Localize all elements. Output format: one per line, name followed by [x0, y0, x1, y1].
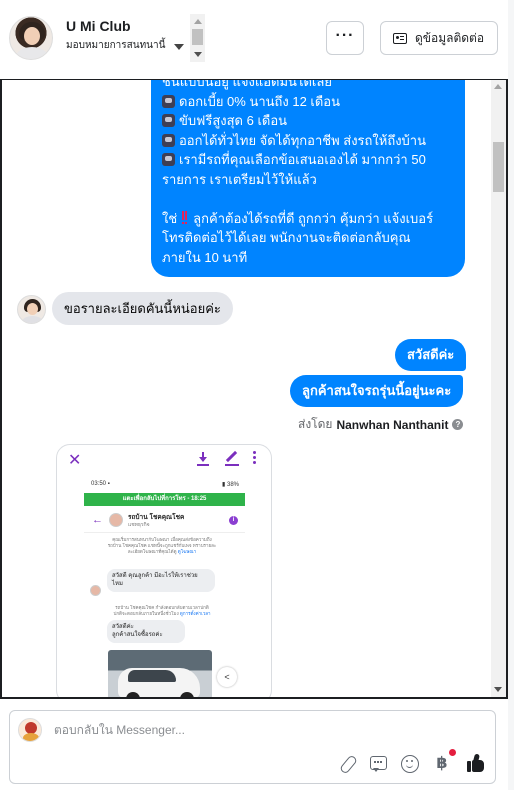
assign-select[interactable]: มอบหมายการสนทนานี้ [64, 38, 190, 58]
notice-line: ละเอียดโฆษณาที่คุณได้ดู [127, 549, 177, 554]
scroll-up-icon[interactable] [194, 19, 202, 24]
robot-emoji-icon [162, 133, 175, 147]
composer-toolbar: ฿ [335, 749, 495, 777]
more-icon: ··· [335, 26, 355, 44]
view-contact-button[interactable]: ดูข้อมูลติดต่อ [380, 21, 498, 55]
message-thread: ชันแบบนีอยู่ แจ้งแอดมินได้เลย ดอกเบี้ย 0… [0, 79, 508, 699]
sender-name: Nanwhan Nanthanit [336, 417, 449, 432]
outgoing-message: สวัสดีค่ะ [395, 339, 467, 371]
outgoing-promo-message: ชันแบบนีอยู่ แจ้งแอดมินได้เลย ดอกเบี้ย 0… [151, 79, 465, 277]
promo-line: ภายใน 10 นาที [162, 249, 248, 265]
reply-input[interactable] [54, 723, 454, 737]
view-ad-link: ดูโฆษณา [177, 549, 197, 554]
assign-scrollbar[interactable] [190, 14, 205, 62]
promo-line: ลูกค้าต้องได้รถที่ดี ถูกกว่า คุ้มกว่า แจ… [193, 210, 434, 226]
info-icon: i [229, 516, 238, 525]
screenshot-toolbar: ✕ [57, 445, 271, 473]
edit-icon[interactable] [225, 451, 239, 466]
phone-message-line: สวัสดี คุณลูกค้า มีอะไรให้เราช่วย [112, 573, 198, 579]
promo-line: รายการ เราเตรียมไว้ให้แล้ว [162, 171, 317, 187]
phone-message: สวัสดี คุณลูกค้า มีอะไรให้เราช่วย ไหม [107, 569, 215, 592]
view-contact-label: ดูข้อมูลติดต่อ [415, 30, 485, 45]
payment-baht-icon[interactable]: ฿ [431, 753, 453, 775]
thumbs-up-icon[interactable] [465, 753, 487, 775]
emoji-icon[interactable] [399, 753, 421, 775]
promo-line: ออกได้ทั่วไทย จัดได้ทุกอาชีพ ส่งรถให้ถึง… [179, 132, 426, 148]
return-to-call-bar: แตะเพื่อกลับไปที่การโทร - 18:25 [84, 493, 245, 506]
ad-notice: คุณเริ่มการสนทนากับโฆษณา เมื่อคุณส่งข้อค… [97, 537, 227, 555]
saved-replies-icon[interactable] [368, 753, 390, 775]
sent-by-prefix: ส่งโดย [298, 417, 333, 431]
phone-message-line: สวัสดีค่ะ [112, 624, 134, 630]
phone-battery: ▮ 38% [222, 482, 239, 488]
notice-line: ปกติจะตอบกลับภายในหนึ่งชั่วโมง [113, 611, 179, 616]
sent-by-label: ส่งโดย Nanwhan Nanthanit ? [298, 415, 464, 434]
share-icon: < [217, 667, 237, 687]
promo-line: โทรติดต่อไว้ได้เลย พนักงานจะติดต่อกลับคุ… [162, 230, 411, 245]
scroll-thumb[interactable] [192, 29, 203, 45]
close-icon[interactable]: ✕ [68, 450, 81, 470]
promo-line: ใช่ [162, 210, 178, 226]
promo-line: ดอกเบี้ย 0% นานถึง 12 เดือน [179, 93, 341, 109]
contact-card-icon [393, 32, 407, 44]
caret-down-icon [174, 44, 184, 50]
phone-chat-header: ← รถบ้าน โชคคุณโชค แชทธุรกิจ i [84, 509, 245, 533]
scroll-down-icon[interactable] [494, 687, 502, 692]
robot-emoji-icon [162, 114, 175, 128]
messenger-inbox: U Mi Club มอบหมายการสนทนานี้ ··· ดูข้อมู… [0, 0, 514, 790]
contact-subtitle: แชทธุรกิจ [128, 522, 150, 528]
phone-message-line: ไหม [112, 580, 123, 587]
settings-link: ดูการตั้งค่าเวลา [179, 611, 211, 616]
attach-icon[interactable] [337, 753, 359, 775]
response-notice: รถบ้าน โชคคุณโชค กำลังตอบกลับตามเวลาปกติ… [97, 605, 227, 617]
reply-composer: ฿ [9, 710, 496, 784]
phone-message: สวัสดีค่ะ ลูกค้าสนใจซื้อรถค่ะ [107, 620, 185, 643]
promo-line: เรามีรถที่คุณเลือกข้อเสนอเองได้ มากกว่า … [179, 152, 426, 167]
car-photo [108, 650, 212, 697]
info-icon[interactable]: ? [452, 419, 464, 430]
phone-message-line: ลูกค้าสนใจซื้อรถค่ะ [112, 631, 163, 638]
more-vertical-icon[interactable] [253, 451, 256, 454]
robot-emoji-icon [162, 153, 175, 167]
back-arrow-icon: ← [92, 514, 103, 526]
page-avatar[interactable] [9, 16, 53, 60]
contact-avatar [90, 585, 101, 596]
robot-emoji-icon [162, 94, 175, 108]
promo-line: ขับฟรีสูงสุด 6 เดือน [179, 113, 288, 128]
shared-screenshot-attachment[interactable]: ✕ 03:50 ▪ ▮ 38% แตะเพื่อกลับไปที่การโทร … [56, 444, 272, 697]
thread-scrollbar[interactable] [491, 80, 506, 697]
double-exclamation-icon [182, 211, 188, 225]
scroll-up-icon[interactable] [494, 84, 502, 89]
assign-label: มอบหมายการสนทนานี้ [66, 40, 166, 51]
scroll-down-icon[interactable] [194, 52, 202, 57]
page-edge [508, 0, 514, 790]
notification-dot [449, 749, 456, 756]
contact-avatar [109, 513, 123, 527]
conversation-header: U Mi Club มอบหมายการสนทนานี้ ··· ดูข้อมู… [0, 0, 514, 78]
responder-avatar [18, 718, 42, 742]
download-icon[interactable] [197, 452, 209, 466]
assign-dropdown[interactable]: มอบหมายการสนทนานี้ [64, 14, 205, 62]
phone-time: 03:50 ▪ [91, 481, 110, 487]
phone-status-bar: 03:50 ▪ ▮ 38% [91, 481, 239, 488]
outgoing-message: ลูกค้าสนใจรถรุ่นนี้อยู่นะคะ [290, 375, 464, 407]
scroll-thumb[interactable] [493, 142, 504, 192]
more-options-button[interactable]: ··· [326, 21, 364, 55]
customer-avatar[interactable] [17, 295, 46, 324]
incoming-message: ขอรายละเอียดคันนี้หน่อยค่ะ [52, 292, 233, 325]
promo-line: ชันแบบนีอยู่ แจ้งแอดมินได้เลย [162, 79, 332, 89]
